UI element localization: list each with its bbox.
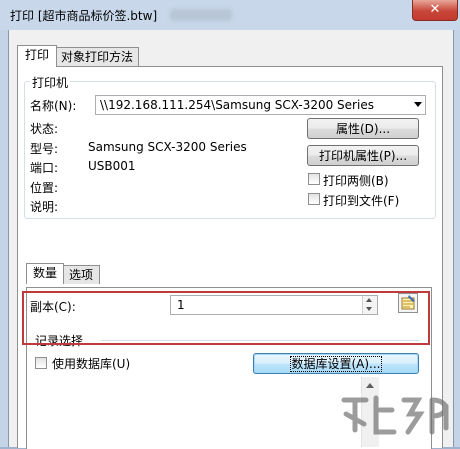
duplex-checkbox[interactable] (308, 173, 320, 185)
printer-name-select[interactable]: \\192.168.111.254\Samsung SCX-3200 Serie… (95, 95, 426, 115)
dialog-body: 打印 对象打印方法 打印机 名称(N): \\192.168.111.254\S… (8, 30, 454, 449)
type-label: 型号: (30, 142, 59, 156)
print-to-file-label: 打印到文件(F) (323, 194, 400, 208)
record-selection-highlight (22, 291, 430, 345)
sub-tab-strip: 数量 选项 (26, 263, 430, 287)
tab-quantity[interactable]: 数量 (26, 263, 64, 284)
watermark-logo (341, 395, 449, 435)
window-title: 打印 [超市商品标价签.btw] (10, 9, 158, 23)
tab-options[interactable]: 选项 (62, 265, 100, 284)
location-label: 位置: (30, 181, 59, 195)
properties-button[interactable]: 属性(D)... (307, 118, 419, 139)
duplex-label: 打印两侧(B) (323, 174, 389, 188)
chevron-down-icon (414, 102, 422, 107)
use-database-checkbox[interactable] (35, 357, 47, 369)
printer-properties-button-label: 打印机属性(P)... (318, 149, 408, 163)
use-database-label: 使用数据库(U) (52, 357, 131, 371)
properties-button-label: 属性(D)... (335, 122, 391, 136)
database-setup-button[interactable]: 数据库设置(A)... (253, 353, 419, 374)
print-dialog: 打印 [超市商品标价签.btw] ✕ 打印 对象打印方法 打印机 名称(N): … (0, 0, 460, 449)
title-blurred-text (170, 9, 232, 21)
port-value: USB001 (88, 159, 136, 173)
print-to-file-checkbox[interactable] (308, 193, 320, 205)
database-setup-button-label: 数据库设置(A)... (290, 356, 382, 372)
tab-print[interactable]: 打印 (17, 45, 57, 67)
tab-object-print-method[interactable]: 对象打印方法 (55, 47, 139, 67)
port-label: 端口: (30, 161, 59, 175)
printer-properties-button[interactable]: 打印机属性(P)... (307, 145, 419, 166)
title-bar[interactable]: 打印 [超市商品标价签.btw] ✕ (0, 0, 460, 30)
printer-group-title: 打印机 (30, 74, 71, 91)
comment-label: 说明: (30, 200, 59, 214)
printer-name-value: \\192.168.111.254\Samsung SCX-3200 Serie… (100, 98, 374, 112)
close-button[interactable]: ✕ (412, 0, 458, 21)
status-label: 状态: (30, 122, 59, 136)
printer-name-label: 名称(N): (30, 99, 77, 113)
close-icon: ✕ (429, 2, 441, 17)
type-value: Samsung SCX-3200 Series (88, 140, 247, 154)
